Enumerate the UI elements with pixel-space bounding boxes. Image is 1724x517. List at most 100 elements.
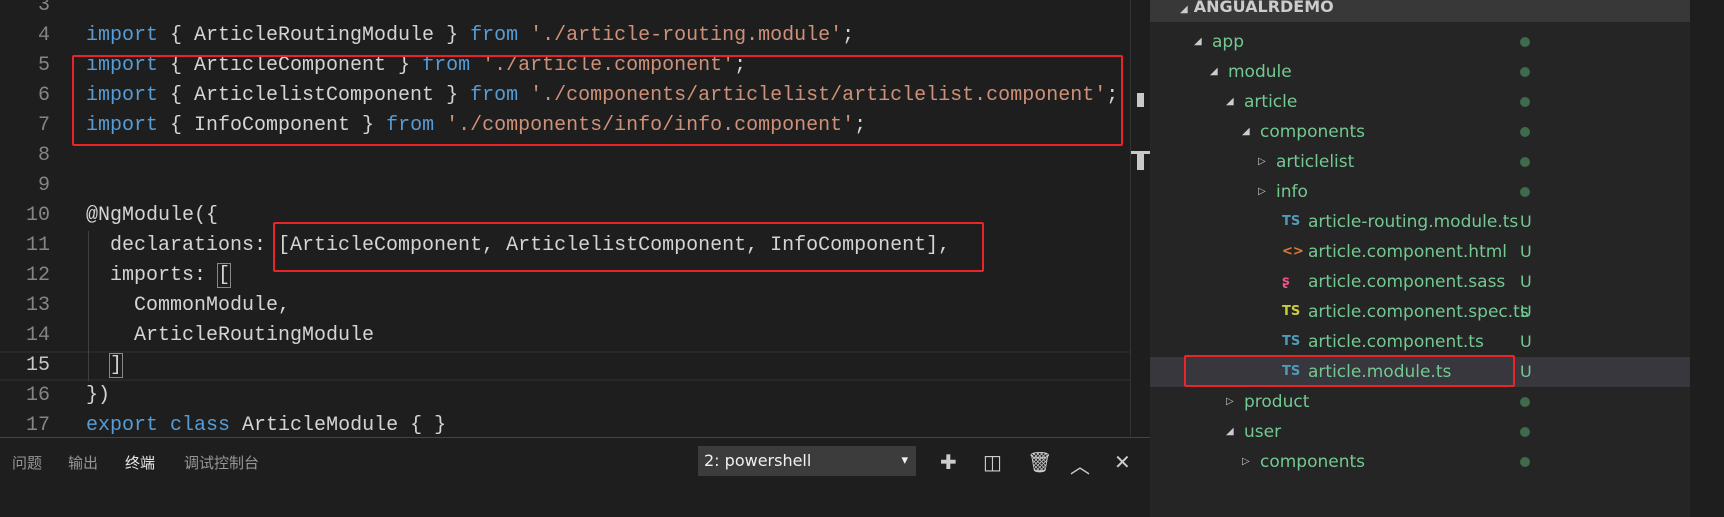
tree-item-label: article.component.sass	[1308, 272, 1506, 292]
git-status-badge: U	[1520, 362, 1532, 381]
tree-item[interactable]: ʂ article.component.sass U	[1150, 267, 1690, 297]
split-icon[interactable]: ◫	[983, 450, 1002, 474]
chevron-right-icon[interactable]: ▷	[1258, 177, 1266, 207]
close-icon[interactable]: ✕	[1114, 450, 1131, 474]
line-number: 17	[25, 414, 50, 437]
git-status-badge: U	[1520, 332, 1532, 351]
code-text: ]	[86, 353, 124, 379]
token-kw: export	[86, 414, 159, 437]
tree-item[interactable]: ◢ module	[1150, 57, 1690, 87]
tree-item-label: components	[1260, 452, 1366, 472]
dropdown-arrow-icon: ▾	[901, 453, 908, 468]
token-str: './article-routing.module'	[530, 24, 843, 47]
tree-item-label: module	[1228, 62, 1292, 82]
chevron-right-icon[interactable]: ▷	[1258, 147, 1266, 177]
tree-item[interactable]: TS article.component.ts U	[1150, 327, 1690, 357]
tab-output[interactable]: 输出	[68, 452, 98, 473]
token-kw: from	[470, 24, 519, 47]
tab-terminal[interactable]: 终端	[125, 452, 155, 473]
tree-item[interactable]: ▷ components	[1150, 447, 1690, 477]
chevron-up-icon[interactable]: ︿	[1070, 450, 1090, 479]
token-bracket: [	[217, 263, 232, 288]
tree-item[interactable]: ◢ user	[1150, 417, 1690, 447]
project-title: ANGUALRDEMO	[1193, 0, 1334, 16]
token-kw: class	[170, 414, 231, 437]
token-plain: { ArticleRoutingModule }	[158, 24, 471, 47]
git-modified-dot-icon	[1520, 457, 1530, 467]
line-number: 15	[25, 354, 50, 377]
tree-item[interactable]: ◢ app	[1150, 27, 1690, 57]
tab-debug-console[interactable]: 调试控制台	[184, 452, 259, 473]
file-type-icon: <>	[1282, 244, 1304, 259]
tree-item[interactable]: ◢ article	[1150, 87, 1690, 117]
code-text: import { ArticleRoutingModule } from './…	[86, 21, 854, 51]
tree-item-label: article.component.html	[1308, 242, 1508, 262]
chevron-right-icon[interactable]: ▷	[1242, 447, 1250, 477]
trash-icon[interactable]: 🗑	[1027, 450, 1052, 474]
line-number: 5	[37, 54, 50, 77]
chevron-down-icon[interactable]: ◢	[1226, 417, 1234, 447]
code-line[interactable]: 15 ]	[0, 351, 1130, 381]
tree-item-label: components	[1260, 122, 1366, 142]
explorer-sidebar: ◢ ANGUALRDEMO ◢ app ◢ module ◢ article ◢ compone…	[1150, 0, 1690, 517]
tree-item[interactable]: ▷ product	[1150, 387, 1690, 417]
code-line[interactable]: 13 CommonModule,	[0, 291, 1130, 321]
scroll-marker	[1137, 93, 1144, 107]
scroll-marker	[1137, 154, 1144, 170]
code-text: CommonModule,	[86, 291, 290, 321]
chevron-down-icon[interactable]: ◢	[1210, 57, 1218, 87]
line-number: 8	[37, 144, 50, 167]
code-text: @NgModule({	[86, 201, 218, 231]
git-modified-dot-icon	[1520, 97, 1530, 107]
code-line[interactable]: 17 export class ArticleModule { }	[0, 411, 1130, 437]
plus-icon[interactable]: ✚	[940, 450, 957, 474]
tree-item-label: article.component.ts	[1308, 332, 1484, 352]
terminal-select[interactable]: 2: powershell ▾	[698, 446, 916, 476]
overview-ruler[interactable]	[1130, 0, 1151, 437]
token-plain: })	[86, 384, 111, 407]
chevron-right-icon[interactable]: ▷	[1226, 387, 1234, 417]
tree-item[interactable]: ▷ info	[1150, 177, 1690, 207]
line-number: 13	[25, 294, 50, 317]
code-line[interactable]: 16})	[0, 381, 1130, 411]
token-plain: ;	[842, 24, 855, 47]
highlight-box-imports	[72, 55, 1123, 146]
git-modified-dot-icon	[1520, 67, 1530, 77]
line-number: 3	[37, 0, 50, 17]
code-line[interactable]: 9	[0, 171, 1130, 201]
code-line[interactable]: 3	[0, 0, 1130, 21]
token-plain: ArticleModule { }	[230, 414, 447, 437]
tab-problems[interactable]: 问题	[12, 452, 42, 473]
line-number: 10	[25, 204, 50, 227]
chevron-down-icon[interactable]: ◢	[1242, 117, 1250, 147]
token-bracket: ]	[109, 353, 124, 378]
line-number: 16	[25, 384, 50, 407]
tree-item[interactable]: ◢ components	[1150, 117, 1690, 147]
chevron-down-icon[interactable]: ◢	[1194, 27, 1202, 57]
token-kw: import	[86, 24, 159, 47]
token-plain: CommonModule,	[86, 294, 291, 317]
git-modified-dot-icon	[1520, 427, 1530, 437]
code-line[interactable]: 14 ArticleRoutingModule	[0, 321, 1130, 351]
code-text: imports: [	[86, 261, 232, 291]
line-number: 11	[25, 234, 50, 257]
chevron-down-icon: ◢	[1180, 4, 1188, 15]
tree-item[interactable]: ▷ articlelist	[1150, 147, 1690, 177]
git-modified-dot-icon	[1520, 397, 1530, 407]
code-text: export class ArticleModule { }	[86, 411, 446, 437]
tree-item[interactable]: TS article.component.spec.ts U	[1150, 297, 1690, 327]
indent-guide	[88, 291, 89, 381]
git-status-badge: U	[1520, 272, 1532, 291]
git-status-badge: U	[1520, 242, 1532, 261]
chevron-down-icon[interactable]: ◢	[1226, 87, 1234, 117]
file-type-icon: TS	[1282, 304, 1301, 319]
scrollbar[interactable]	[1690, 0, 1724, 517]
code-line[interactable]: 4 import { ArticleRoutingModule } from '.…	[0, 21, 1130, 51]
tree-item[interactable]: <> article.component.html U	[1150, 237, 1690, 267]
git-modified-dot-icon	[1520, 187, 1530, 197]
tree-item[interactable]: TS article-routing.module.ts U	[1150, 207, 1690, 237]
git-modified-dot-icon	[1520, 157, 1530, 167]
explorer-header[interactable]: ◢ ANGUALRDEMO	[1150, 0, 1690, 22]
